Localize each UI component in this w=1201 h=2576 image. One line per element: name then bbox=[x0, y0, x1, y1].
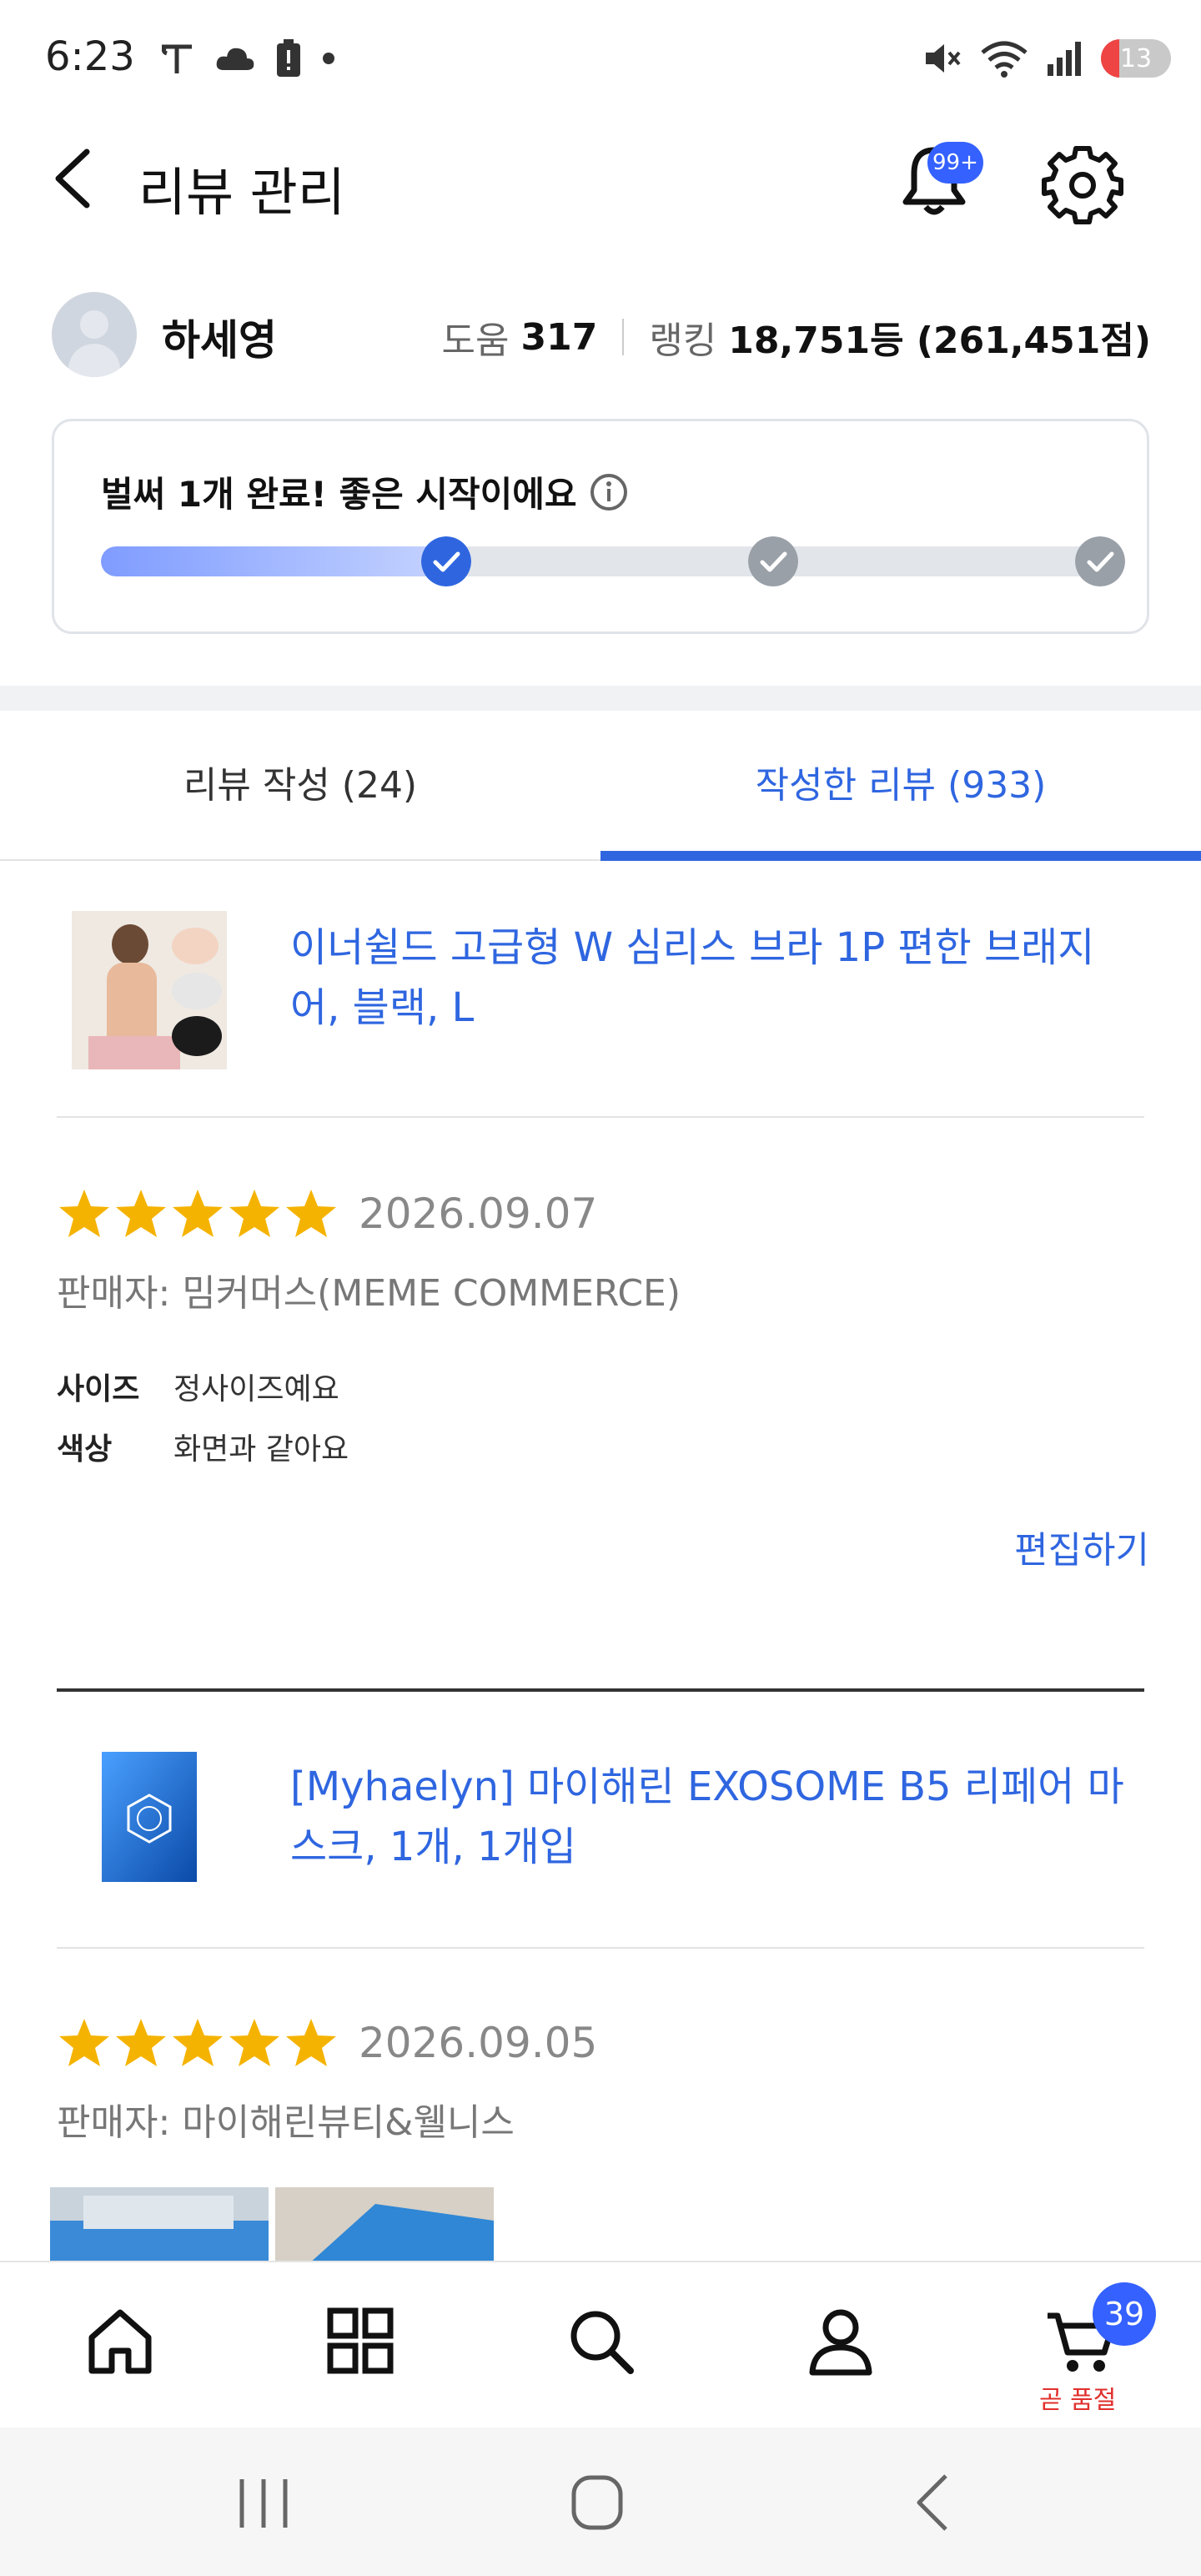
progress-message-text: 벌써 1개 완료! 좋은 시작이에요 bbox=[101, 474, 577, 515]
battery-level: 13 bbox=[1119, 44, 1153, 73]
wifi-icon bbox=[981, 41, 1028, 78]
active-tab-indicator bbox=[600, 851, 1201, 861]
star-icon bbox=[59, 1190, 109, 1237]
app-header: 리뷰 관리 99+ bbox=[0, 117, 1201, 242]
profile-stats: 도움 317 랭킹 18,751등 (261,451점) bbox=[442, 310, 1152, 364]
progress-message: 벌써 1개 완료! 좋은 시작이에요 bbox=[101, 466, 629, 517]
avatar[interactable] bbox=[52, 292, 137, 377]
battery-alert-icon bbox=[277, 39, 300, 77]
review-date: 2026.09.07 bbox=[359, 1190, 598, 1238]
review-tabs: 리뷰 작성 (24) 작성한 리뷰 (933) bbox=[0, 711, 1201, 861]
signal-icon bbox=[1048, 42, 1081, 76]
dot-icon bbox=[323, 53, 334, 64]
status-icons-left bbox=[158, 33, 337, 83]
nav-categories[interactable] bbox=[294, 2262, 427, 2429]
star-rating bbox=[57, 2015, 340, 2070]
profile-summary: 하세영 도움 317 랭킹 18,751등 (261,451점) bbox=[0, 292, 1201, 384]
section-divider bbox=[0, 686, 1201, 711]
seller-name: 판매자: 마이해린뷰티&웰니스 bbox=[57, 2101, 515, 2144]
star-icon bbox=[286, 2019, 336, 2066]
star-icon bbox=[116, 1190, 166, 1237]
bottom-navigation bbox=[0, 2261, 1201, 2428]
back-arrow-icon[interactable] bbox=[47, 145, 107, 212]
progress-fill bbox=[101, 546, 446, 576]
tab-write-review[interactable]: 리뷰 작성 (24) bbox=[0, 711, 600, 861]
info-icon[interactable] bbox=[589, 472, 629, 512]
home-button-icon[interactable] bbox=[555, 2466, 639, 2541]
attribute-key: 사이즈 bbox=[57, 1372, 140, 1406]
product-title[interactable]: [Myhaelyn] 마이해린 EXOSOME B5 리페어 마스크, 1개, … bbox=[290, 1757, 1124, 1877]
battery-indicator: 13 bbox=[1101, 39, 1171, 78]
status-icons-right: 13 bbox=[921, 33, 1171, 83]
seller-name: 판매자: 밈커머스(MEME COMMERCE) bbox=[57, 1272, 681, 1315]
nav-search[interactable] bbox=[534, 2262, 667, 2429]
nav-home[interactable] bbox=[53, 2262, 187, 2429]
star-icon bbox=[229, 1190, 279, 1237]
review-separator bbox=[57, 1688, 1144, 1692]
product-title[interactable]: 이너쉴드 고급형 W 심리스 브라 1P 편한 브래지어, 블랙, L bbox=[290, 918, 1124, 1038]
help-label: 도움 bbox=[441, 319, 510, 362]
progress-track bbox=[101, 546, 1102, 576]
attribute-value: 화면과 같아요 bbox=[173, 1432, 349, 1467]
review-photo[interactable] bbox=[275, 2187, 494, 2264]
cart-count-badge: 39 bbox=[1093, 2282, 1156, 2346]
status-bar: 6:23 13 bbox=[0, 0, 1201, 117]
review-date: 2026.09.05 bbox=[359, 2019, 598, 2067]
nav-account[interactable] bbox=[774, 2262, 907, 2429]
home-icon bbox=[88, 2309, 152, 2374]
edit-review-link[interactable]: 편집하기 bbox=[1014, 1520, 1149, 1573]
recent-apps-icon[interactable] bbox=[222, 2466, 305, 2541]
star-icon bbox=[59, 2019, 109, 2066]
product-image[interactable] bbox=[102, 1752, 197, 1882]
step-check-icon bbox=[421, 536, 471, 586]
star-icon bbox=[116, 2019, 166, 2066]
product-image[interactable] bbox=[72, 911, 227, 1069]
review-product[interactable]: [Myhaelyn] 마이해린 EXOSOME B5 리페어 마스크, 1개, … bbox=[57, 1732, 1144, 1940]
attribute-key: 색상 bbox=[57, 1432, 113, 1467]
rating-row: 2026.09.05 bbox=[57, 2014, 597, 2072]
divider bbox=[57, 1947, 1144, 1949]
search-icon bbox=[570, 2311, 634, 2374]
star-icon bbox=[173, 2019, 223, 2066]
stats-divider bbox=[622, 319, 625, 355]
tab-written-reviews[interactable]: 작성한 리뷰 (933) bbox=[600, 711, 1201, 861]
star-icon bbox=[173, 1190, 223, 1237]
profile-name: 하세영 bbox=[162, 316, 277, 365]
ranking-value: 18,751등 (261,451점) bbox=[728, 319, 1151, 362]
account-icon bbox=[809, 2309, 872, 2376]
review-attribute-color: 색상 화면과 같아요 bbox=[57, 1425, 349, 1468]
page-title: 리뷰 관리 bbox=[138, 162, 345, 223]
step-check-icon bbox=[747, 536, 798, 586]
review-progress-card: 벌써 1개 완료! 좋은 시작이에요 bbox=[52, 419, 1149, 634]
status-time: 6:23 bbox=[45, 33, 135, 80]
categories-icon bbox=[327, 2307, 394, 2374]
mute-icon bbox=[926, 44, 961, 73]
help-value: 317 bbox=[520, 315, 598, 359]
divider bbox=[57, 1116, 1144, 1118]
star-icon bbox=[229, 2019, 279, 2066]
carrier-t-icon bbox=[161, 44, 192, 73]
cart-status-label: 곧 품절 bbox=[1039, 2386, 1117, 2415]
review-photo[interactable] bbox=[50, 2187, 269, 2264]
review-product[interactable]: 이너쉴드 고급형 W 심리스 브라 1P 편한 브래지어, 블랙, L bbox=[57, 901, 1144, 1109]
step-check-icon bbox=[1074, 536, 1125, 586]
cloud-icon bbox=[216, 48, 254, 70]
back-button-icon[interactable] bbox=[892, 2466, 976, 2541]
ranking-label: 랭킹 bbox=[649, 319, 717, 362]
system-navigation-bar bbox=[0, 2428, 1201, 2576]
review-attribute-size: 사이즈 정사이즈예요 bbox=[57, 1365, 339, 1408]
star-icon bbox=[286, 1190, 336, 1237]
rating-row: 2026.09.07 bbox=[57, 1185, 597, 1243]
attribute-value: 정사이즈예요 bbox=[173, 1372, 339, 1406]
settings-gear-icon[interactable] bbox=[1041, 142, 1124, 225]
star-rating bbox=[57, 1186, 340, 1241]
notification-badge: 99+ bbox=[927, 142, 983, 184]
